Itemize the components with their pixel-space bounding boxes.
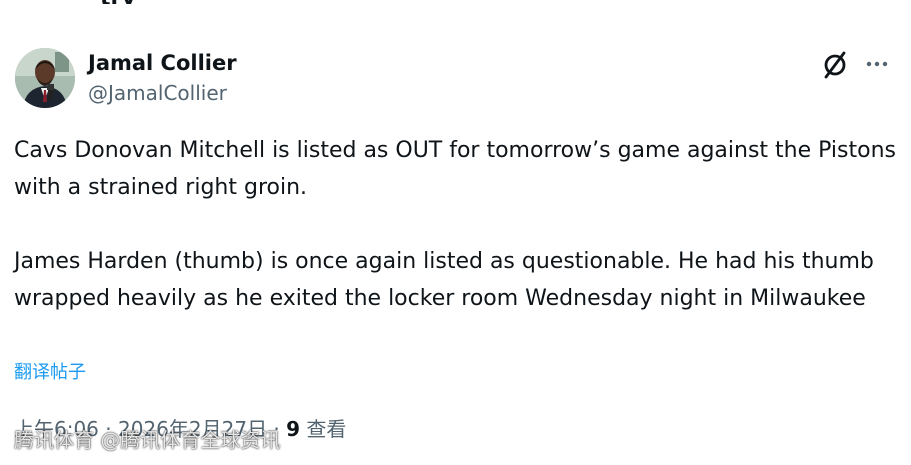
- post-date[interactable]: 2026年2月27日: [118, 417, 267, 441]
- meta-separator: ·: [98, 417, 118, 441]
- views-count: 9: [286, 417, 301, 441]
- post-time[interactable]: 上午6:06: [14, 417, 99, 441]
- post-metadata: 上午6:06 · 2026年2月27日 · 9 查看: [14, 416, 346, 442]
- grok-icon-glyph: [824, 51, 846, 79]
- author-handle[interactable]: @JamalCollier: [88, 80, 227, 106]
- tweet-paragraph: Cavs Donovan Mitchell is listed as OUT f…: [14, 138, 896, 200]
- more-icon-glyph: [866, 61, 888, 67]
- views-label: 查看: [300, 417, 347, 441]
- grok-icon[interactable]: [820, 49, 850, 79]
- tweet-body: Cavs Donovan Mitchell is listed as OUT f…: [14, 132, 899, 317]
- previous-post-fragment: try: [100, 0, 170, 4]
- previous-post-text: try: [100, 0, 136, 4]
- tweet-paragraph: James Harden (thumb) is once again liste…: [14, 249, 874, 311]
- meta-separator: ·: [267, 417, 287, 441]
- tweet-card: try Jamal Collier @JamalCollier: [0, 0, 911, 465]
- more-icon[interactable]: [865, 55, 889, 73]
- translate-post-link[interactable]: 翻译帖子: [14, 360, 86, 386]
- avatar-image: [15, 48, 75, 108]
- author-name[interactable]: Jamal Collier: [88, 50, 237, 76]
- avatar[interactable]: [15, 48, 75, 108]
